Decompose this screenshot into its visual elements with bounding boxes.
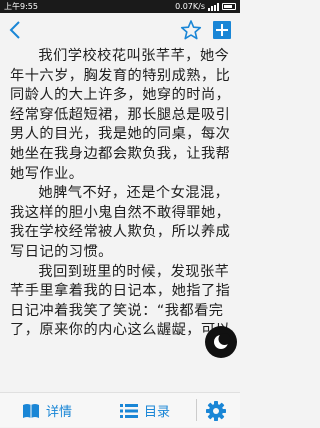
reading-content: 我们学校校花叫张芊芊，她今年十六岁，胸发育的特别成熟，比同龄人的大上许多，她穿的… (10, 47, 232, 367)
battery-icon (222, 3, 236, 10)
battery-fill (224, 5, 232, 8)
add-box-icon[interactable] (212, 20, 232, 40)
paragraph: 她脾气不好，还是个女混混，我这样的胆小鬼自然不敢得罪她，我在学校经常被人欺负，所… (10, 185, 231, 260)
paragraph: 我们学校校花叫张芊芊，她今年十六岁，胸发育的特别成熟，比同龄人的大上许多，她穿的… (10, 48, 231, 182)
details-label: 详情 (46, 405, 73, 420)
star-icon[interactable] (180, 19, 202, 41)
details-button[interactable]: 详情 (22, 393, 72, 428)
paragraph: 我回到班里的时候，发现张芊芊手里拿着我的日记本，她指了指日记冲着我笑了笑说：“我… (10, 263, 231, 339)
status-time: 上午9:55 (4, 2, 38, 11)
gear-icon[interactable] (205, 400, 227, 422)
night-mode-button[interactable] (205, 326, 237, 358)
status-bar: 上午9:55 0.07K/s (0, 0, 240, 13)
divider (196, 399, 197, 421)
signal-icon (208, 2, 219, 11)
back-arrow-icon[interactable] (6, 19, 26, 41)
book-icon (23, 403, 39, 418)
toc-button[interactable]: 目录 (120, 393, 170, 428)
status-right: 0.07K/s (175, 0, 236, 13)
moon-icon (214, 333, 231, 349)
list-icon (120, 403, 138, 418)
top-toolbar (0, 13, 240, 47)
network-speed: 0.07K/s (175, 2, 205, 11)
toc-label: 目录 (144, 405, 171, 420)
bottom-toolbar: 详情 目录 (0, 392, 240, 427)
